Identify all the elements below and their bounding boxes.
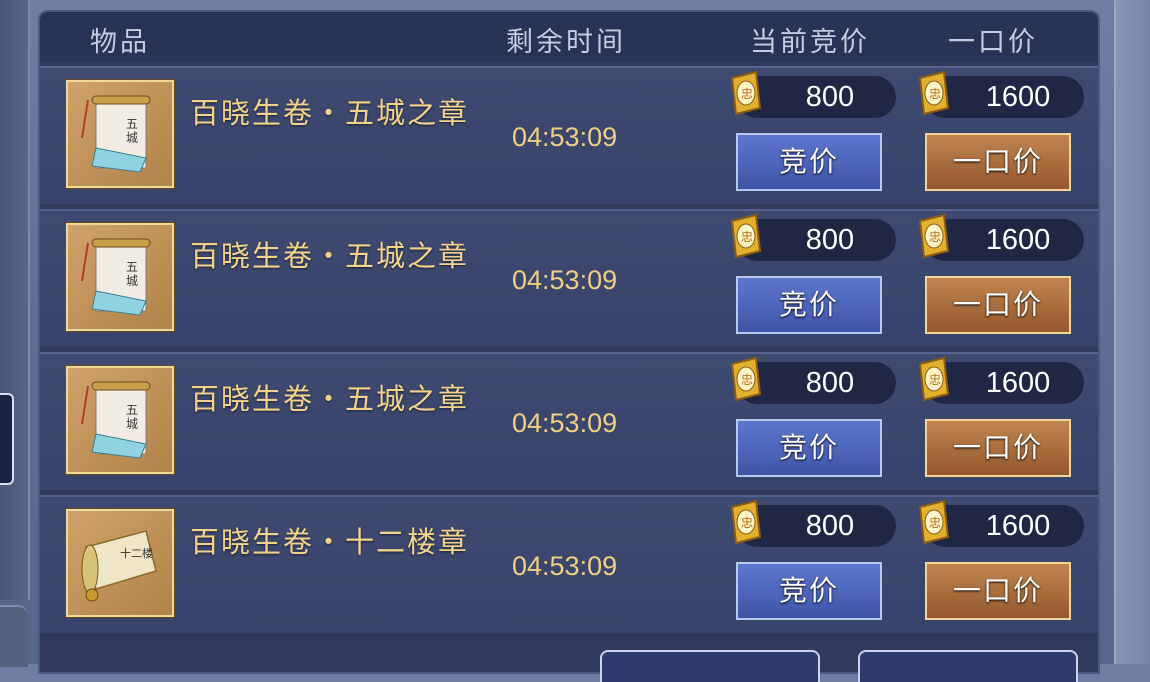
item-name: 百晓生卷・五城之章 <box>190 96 470 130</box>
bid-button[interactable]: 竞价 <box>736 276 882 334</box>
buyout-price-pill: 忠 1600 <box>918 499 1084 547</box>
time-left: 04:53:09 <box>512 122 618 152</box>
current-bid-amount: 800 <box>805 367 855 399</box>
current-bid-amount: 800 <box>805 224 855 256</box>
current-bid-pill: 忠 800 <box>730 356 896 404</box>
auction-row[interactable]: 五 城 百晓生卷・五城之章 04:53:09 忠 800 忠 1600 竞价 一… <box>40 352 1098 490</box>
auction-list-panel: 物品 剩余时间 当前竞价 一口价 五 城 百晓生卷・五城之章 04:53:09 … <box>40 12 1098 672</box>
svg-text:城: 城 <box>126 131 138 145</box>
item-name: 百晓生卷・五城之章 <box>190 382 470 416</box>
item-name: 百晓生卷・五城之章 <box>190 239 470 273</box>
buyout-price-amount: 1600 <box>985 367 1051 399</box>
svg-text:五: 五 <box>126 260 138 274</box>
buyout-price-amount: 1600 <box>985 81 1051 113</box>
header-item: 物品 <box>90 27 150 58</box>
scroll-five-cities-icon[interactable]: 五 城 <box>66 366 174 474</box>
buyout-price-pill: 忠 1600 <box>918 213 1084 261</box>
current-bid-amount: 800 <box>805 81 855 113</box>
side-tab[interactable] <box>0 393 14 485</box>
bid-button[interactable]: 竞价 <box>736 419 882 477</box>
left-frame-lower <box>0 605 28 667</box>
left-frame <box>0 0 30 600</box>
buyout-price-amount: 1600 <box>985 224 1051 256</box>
time-left: 04:53:09 <box>512 265 618 295</box>
bottom-button-right[interactable] <box>858 650 1078 682</box>
buyout-button[interactable]: 一口价 <box>925 562 1071 620</box>
svg-text:五: 五 <box>126 117 138 131</box>
auction-row[interactable]: 五 城 百晓生卷・五城之章 04:53:09 忠 800 忠 1600 竞价 一… <box>40 209 1098 347</box>
auction-row[interactable]: 五 城 百晓生卷・五城之章 04:53:09 忠 800 忠 1600 竞价 一… <box>40 66 1098 204</box>
buyout-price-pill: 忠 1600 <box>918 356 1084 404</box>
header-buyout: 一口价 <box>948 27 1038 58</box>
current-bid-pill: 忠 800 <box>730 499 896 547</box>
current-bid-pill: 忠 800 <box>730 70 896 118</box>
scroll-twelve-towers-icon[interactable]: 十二楼 <box>66 509 174 617</box>
scroll-five-cities-icon[interactable]: 五 城 <box>66 223 174 331</box>
auction-row[interactable]: 十二楼 百晓生卷・十二楼章 04:53:09 忠 800 忠 1600 竞价 一… <box>40 495 1098 633</box>
scroll-five-cities-icon[interactable]: 五 城 <box>66 80 174 188</box>
list-header: 物品 剩余时间 当前竞价 一口价 <box>40 12 1098 62</box>
bid-button[interactable]: 竞价 <box>736 562 882 620</box>
header-current-bid: 当前竞价 <box>750 27 870 58</box>
svg-text:城: 城 <box>126 417 138 431</box>
buyout-button[interactable]: 一口价 <box>925 276 1071 334</box>
buyout-button[interactable]: 一口价 <box>925 419 1071 477</box>
current-bid-amount: 800 <box>805 510 855 542</box>
svg-text:五: 五 <box>126 403 138 417</box>
buyout-price-amount: 1600 <box>985 510 1051 542</box>
current-bid-pill: 忠 800 <box>730 213 896 261</box>
bottom-button-left[interactable] <box>600 650 820 682</box>
buyout-price-pill: 忠 1600 <box>918 70 1084 118</box>
time-left: 04:53:09 <box>512 551 618 581</box>
buyout-button[interactable]: 一口价 <box>925 133 1071 191</box>
svg-text:城: 城 <box>126 274 138 288</box>
bid-button[interactable]: 竞价 <box>736 133 882 191</box>
time-left: 04:53:09 <box>512 408 618 438</box>
svg-text:十二楼: 十二楼 <box>120 546 153 560</box>
right-frame <box>1114 0 1150 664</box>
item-name: 百晓生卷・十二楼章 <box>190 525 470 559</box>
header-time-left: 剩余时间 <box>506 27 626 58</box>
